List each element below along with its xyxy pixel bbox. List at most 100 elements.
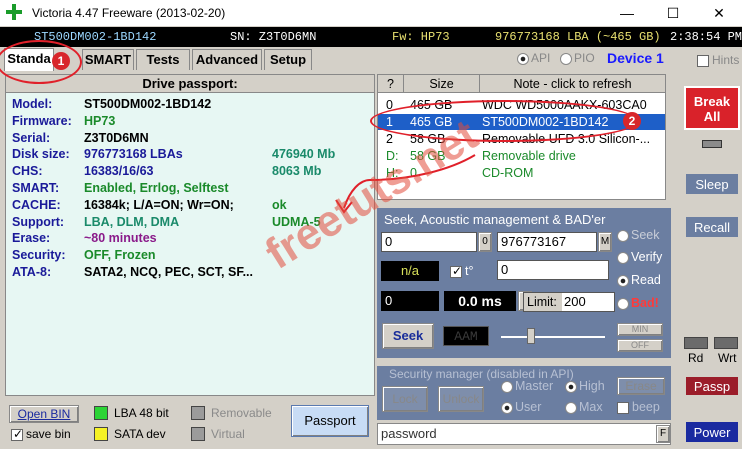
title-bar: Victoria 4.47 Freeware (2013-02-20) — ☐ … xyxy=(0,0,742,26)
annotation-badge-1: 1 xyxy=(52,52,70,70)
aam-min-button[interactable]: MIN xyxy=(617,323,663,336)
tab-advanced[interactable]: Advanced xyxy=(192,49,262,70)
aam-slider-handle[interactable] xyxy=(527,328,535,344)
passport-extra: ok xyxy=(272,197,287,212)
end-lba-input[interactable]: 976773167 xyxy=(497,232,597,252)
tab-tests[interactable]: Tests xyxy=(136,49,190,70)
lock-button[interactable]: Lock xyxy=(382,386,428,412)
aam-off-button[interactable]: OFF xyxy=(617,339,663,352)
mode-verify-label: Verify xyxy=(631,250,663,264)
sata-indicator xyxy=(94,427,108,441)
col-note-header[interactable]: Note - click to refresh xyxy=(480,75,665,93)
seek-panel: Seek, Acoustic management & BAD'er 0 0 9… xyxy=(377,208,671,358)
high-radio[interactable]: High xyxy=(565,379,605,393)
break-all-button[interactable]: Break All xyxy=(684,86,740,130)
save-bin-checkbox[interactable]: save bin xyxy=(11,427,71,441)
device-note: Removable drive xyxy=(482,149,576,163)
checkbox-icon xyxy=(697,54,709,67)
temp-checkbox[interactable]: t° xyxy=(450,264,473,278)
radio-on-icon xyxy=(517,52,529,65)
passport-button[interactable]: Passport xyxy=(291,405,369,437)
mode-bad-radio[interactable]: Bad! xyxy=(617,296,659,310)
end-lba-max-button[interactable]: M xyxy=(598,232,612,252)
beep-label: beep xyxy=(632,400,660,414)
mode-verify-radio[interactable]: Verify xyxy=(617,250,662,264)
passport-label: Serial: xyxy=(12,130,51,145)
passport-label: SMART: xyxy=(12,181,60,195)
passport-value: ~80 minutes xyxy=(84,231,157,246)
drive-info-bar: ST500DM002-1BD142 SN: Z3T0D6MN Fw: HP73 … xyxy=(0,27,742,47)
passport-label: CHS: xyxy=(12,164,43,179)
erase-button[interactable]: Erase xyxy=(617,377,665,395)
passport-value: Enabled, Errlog, Selftest xyxy=(84,181,229,195)
radio-on-icon xyxy=(501,401,513,414)
start-lba-button[interactable]: 0 xyxy=(478,232,492,252)
passport-extra: UDMA-5 xyxy=(272,214,321,229)
tab-setup[interactable]: Setup xyxy=(264,49,312,70)
annotation-circle-device xyxy=(370,100,638,142)
max-radio[interactable]: Max xyxy=(565,400,603,414)
mode-read-label: Read xyxy=(631,273,661,287)
window-title: Victoria 4.47 Freeware (2013-02-20) xyxy=(32,6,226,20)
radio-on-icon xyxy=(617,274,629,287)
passport-label: Disk size: xyxy=(12,147,70,162)
passport-label: CACHE: xyxy=(12,197,61,212)
info-lba: 976773168 LBA (~465 GB) xyxy=(495,30,661,44)
maximize-button[interactable]: ☐ xyxy=(650,0,696,26)
unlock-button[interactable]: Unlock xyxy=(438,386,484,412)
password-f-button[interactable]: F xyxy=(656,425,670,443)
user-label: User xyxy=(515,400,542,414)
master-radio[interactable]: Master xyxy=(501,379,553,393)
break-indicator xyxy=(702,140,722,148)
device-note: CD-ROM xyxy=(482,166,534,180)
col-size-header: Size xyxy=(404,75,480,93)
side-button-column: Break All Sleep Recall Rd Wrt Passp Power xyxy=(678,74,742,449)
lba-counter: 0 xyxy=(381,291,439,311)
sata-label: SATA dev xyxy=(114,427,166,441)
passp-button[interactable]: Passp xyxy=(684,375,740,397)
start-lba-input[interactable]: 0 xyxy=(381,232,477,252)
limit-input[interactable]: 200 xyxy=(562,293,614,311)
passport-label: Support: xyxy=(12,214,65,229)
device-label: Device 1 xyxy=(607,50,664,66)
tab-smart[interactable]: SMART xyxy=(82,49,134,70)
password-field[interactable]: password F xyxy=(377,423,671,445)
password-input[interactable]: password xyxy=(381,426,437,441)
user-radio[interactable]: User xyxy=(501,400,541,414)
master-label: Master xyxy=(515,379,554,393)
pio-label: PIO xyxy=(574,51,595,65)
radio-off-icon xyxy=(617,251,629,264)
col-index-header: ? xyxy=(378,75,404,93)
virtual-label: Virtual xyxy=(211,427,245,441)
passport-label: Firmware: xyxy=(12,113,72,128)
rd-label: Rd xyxy=(688,351,704,365)
hints-checkbox[interactable]: Hints xyxy=(697,53,739,67)
mode-read-radio[interactable]: Read xyxy=(617,273,661,287)
minimize-button[interactable]: — xyxy=(604,0,650,26)
api-radio[interactable]: API xyxy=(517,51,550,65)
high-label: High xyxy=(579,379,605,393)
open-bin-button[interactable]: Open BIN xyxy=(9,405,79,423)
info-firmware: Fw: HP73 xyxy=(392,30,450,44)
removable-label: Removable xyxy=(211,406,272,420)
passport-label: Security: xyxy=(12,248,66,263)
wrt-indicator xyxy=(714,337,738,349)
lba48-label: LBA 48 bit xyxy=(114,406,169,420)
removable-indicator xyxy=(191,406,205,420)
aam-display: AAM xyxy=(443,326,489,346)
radio-on-icon xyxy=(565,380,577,393)
beep-checkbox[interactable]: beep xyxy=(617,400,660,414)
close-button[interactable]: ✕ xyxy=(696,0,742,26)
seek-button[interactable]: Seek xyxy=(382,323,434,349)
mode-seek-radio[interactable]: Seek xyxy=(617,228,660,242)
passport-extra: 476940 Mb xyxy=(272,147,336,162)
passport-label: Erase: xyxy=(12,231,51,246)
sleep-button[interactable]: Sleep xyxy=(684,172,740,196)
recall-button[interactable]: Recall xyxy=(684,215,740,239)
hints-label: Hints xyxy=(712,53,740,67)
power-button[interactable]: Power xyxy=(684,420,740,444)
status-display: n/a xyxy=(381,261,439,281)
passport-value: 16384k; L/A=ON; Wr=ON; xyxy=(84,197,234,212)
passport-label: Model: xyxy=(12,97,53,111)
pio-radio[interactable]: PIO xyxy=(560,51,595,65)
